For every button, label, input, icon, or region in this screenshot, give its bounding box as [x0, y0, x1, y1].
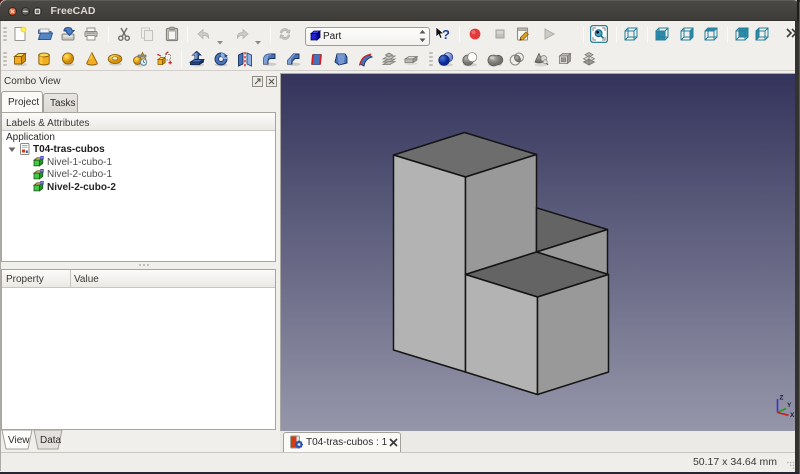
svg-text:Z: Z — [780, 395, 784, 402]
svg-text:?: ? — [442, 27, 450, 42]
svg-text:Y: Y — [787, 402, 792, 409]
